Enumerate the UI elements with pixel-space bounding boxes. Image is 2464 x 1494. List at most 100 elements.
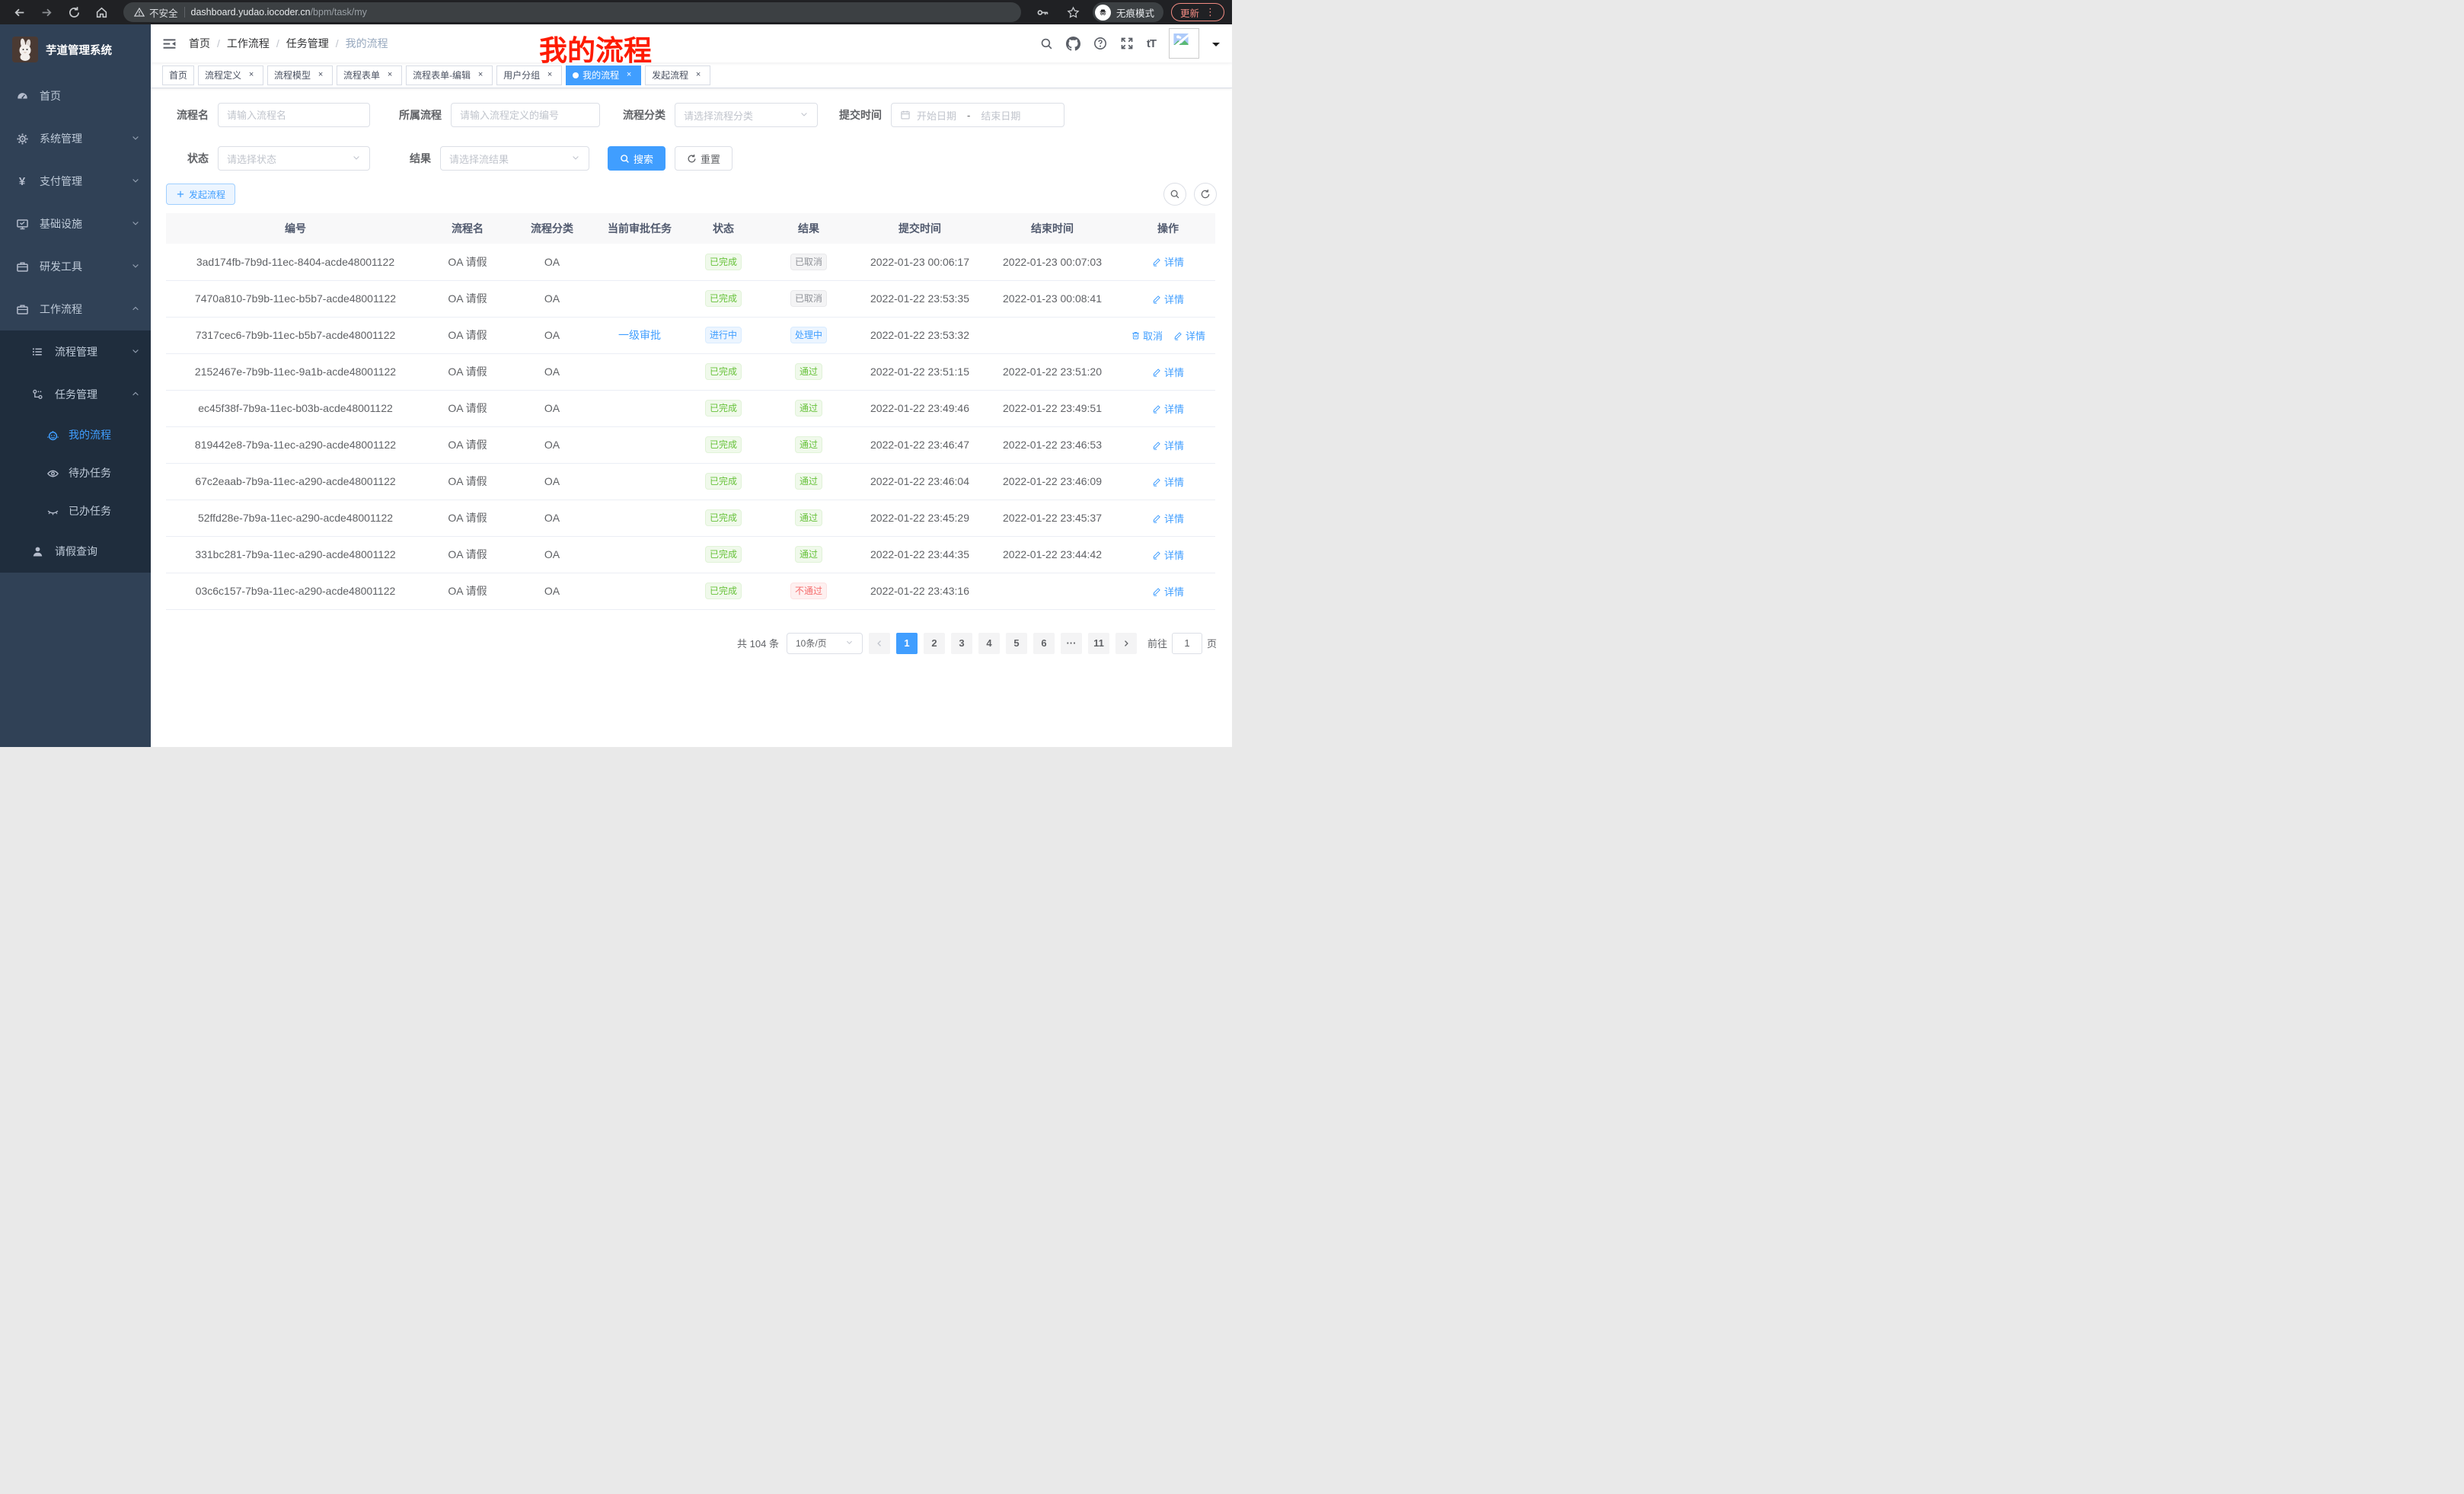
page-size-select[interactable]: 10条/页: [787, 633, 863, 654]
close-icon[interactable]: ×: [315, 70, 326, 81]
view-tab[interactable]: 流程表单 ×: [337, 65, 402, 85]
fullscreen-icon[interactable]: [1120, 37, 1134, 50]
detail-button[interactable]: 详情: [1152, 584, 1184, 599]
sidebar-item-system[interactable]: 系统管理: [0, 117, 151, 160]
avatar[interactable]: [1169, 28, 1199, 59]
active-dot: [573, 72, 579, 78]
view-tab[interactable]: 首页: [162, 65, 194, 85]
detail-button[interactable]: 详情: [1152, 511, 1184, 525]
detail-button[interactable]: 详情: [1152, 438, 1184, 452]
sidebar-item-workflow[interactable]: 工作流程: [0, 288, 151, 330]
goto-page-input[interactable]: [1172, 633, 1202, 654]
process-category-select[interactable]: 请选择流程分类: [675, 103, 818, 127]
breadcrumb-task-management[interactable]: 任务管理: [286, 36, 329, 51]
sidebar-item-process-management[interactable]: 流程管理: [0, 330, 151, 373]
status-select[interactable]: 请选择状态: [218, 146, 370, 171]
close-icon[interactable]: ×: [624, 70, 634, 81]
sidebar-item-todo-tasks[interactable]: 待办任务: [0, 454, 151, 492]
browser-reload-button[interactable]: [62, 2, 85, 22]
toggle-search-button[interactable]: [1163, 183, 1186, 206]
view-tab[interactable]: 用户分组 ×: [496, 65, 562, 85]
detail-button[interactable]: 详情: [1152, 474, 1184, 489]
page-number-button[interactable]: 3: [951, 633, 972, 654]
close-icon[interactable]: ×: [385, 70, 395, 81]
prev-page-button[interactable]: [869, 633, 890, 654]
close-icon[interactable]: ×: [693, 70, 704, 81]
browser-menu-icon[interactable]: ⋮: [1205, 6, 1215, 18]
detail-button[interactable]: 详情: [1152, 547, 1184, 562]
page-number-button[interactable]: 4: [978, 633, 1000, 654]
sidebar-item-payment[interactable]: ¥ 支付管理: [0, 160, 151, 203]
view-tab[interactable]: 流程定义 ×: [198, 65, 263, 85]
search-button[interactable]: 搜索: [608, 146, 665, 171]
sidebar-item-devtools[interactable]: 研发工具: [0, 245, 151, 288]
cell-current-task[interactable]: [594, 280, 685, 317]
create-process-button[interactable]: 发起流程: [166, 184, 235, 205]
result-badge: 处理中: [790, 327, 827, 343]
github-icon[interactable]: [1066, 37, 1080, 51]
cell-current-task[interactable]: [594, 573, 685, 609]
reset-button[interactable]: 重置: [675, 146, 732, 171]
process-definition-input[interactable]: [451, 103, 600, 127]
edit-pencil-icon: [1173, 330, 1183, 340]
view-tab[interactable]: 流程模型 ×: [267, 65, 333, 85]
bookmark-star-icon[interactable]: [1062, 2, 1085, 22]
sidebar-item-done-tasks[interactable]: 已办任务: [0, 492, 151, 530]
view-tab[interactable]: 发起流程 ×: [645, 65, 710, 85]
browser-update-button[interactable]: 更新 ⋮: [1171, 3, 1224, 21]
header-search-icon[interactable]: [1040, 37, 1053, 50]
sidebar-item-my-process[interactable]: 我的流程: [0, 416, 151, 454]
view-tab[interactable]: 流程表单-编辑 ×: [406, 65, 493, 85]
sidebar-logo[interactable]: 芋道管理系统: [0, 24, 151, 75]
page-number-button[interactable]: 1: [896, 633, 918, 654]
page-number-button[interactable]: 11: [1088, 633, 1109, 654]
breadcrumb: 首页 / 工作流程 / 任务管理 / 我的流程: [189, 36, 388, 51]
sidebar-item-task-management[interactable]: 任务管理: [0, 373, 151, 416]
cell-current-task[interactable]: [594, 426, 685, 463]
detail-button[interactable]: 详情: [1152, 401, 1184, 416]
result-select[interactable]: 请选择流结果: [440, 146, 589, 171]
breadcrumb-workflow[interactable]: 工作流程: [227, 36, 270, 51]
detail-button[interactable]: 详情: [1152, 365, 1184, 379]
help-icon[interactable]: [1093, 37, 1107, 50]
process-name-input[interactable]: [218, 103, 370, 127]
cell-id: 2152467e-7b9b-11ec-9a1b-acde48001122: [166, 353, 425, 390]
page-number-button[interactable]: ···: [1061, 633, 1082, 654]
browser-home-button[interactable]: [90, 2, 113, 22]
page-number-button[interactable]: 2: [924, 633, 945, 654]
cell-current-task[interactable]: [594, 390, 685, 426]
cell-current-task[interactable]: [594, 500, 685, 536]
cell-current-task[interactable]: 一级审批: [594, 317, 685, 353]
page-number-button[interactable]: 5: [1006, 633, 1027, 654]
page-number-button[interactable]: 6: [1033, 633, 1055, 654]
detail-button[interactable]: 详情: [1152, 292, 1184, 306]
result-badge: 已取消: [790, 290, 827, 307]
sidebar-item-leave-query[interactable]: 请假查询: [0, 530, 151, 573]
cell-current-task[interactable]: [594, 536, 685, 573]
cell-category: OA: [510, 536, 594, 573]
submit-time-range-picker[interactable]: 开始日期 - 结束日期: [891, 103, 1064, 127]
address-bar[interactable]: 不安全 dashboard.yudao.iocoder.cn/bpm/task/…: [123, 2, 1021, 22]
cell-current-task[interactable]: [594, 353, 685, 390]
cell-current-task[interactable]: [594, 463, 685, 500]
detail-button[interactable]: 详情: [1173, 328, 1205, 343]
view-tab[interactable]: 我的流程 ×: [566, 65, 641, 85]
cancel-button[interactable]: 取消: [1131, 328, 1163, 343]
password-key-icon[interactable]: [1032, 2, 1055, 22]
close-icon[interactable]: ×: [246, 70, 257, 81]
browser-forward-button[interactable]: [35, 2, 58, 22]
close-icon[interactable]: ×: [544, 70, 555, 81]
breadcrumb-home[interactable]: 首页: [189, 36, 210, 51]
refresh-table-button[interactable]: [1194, 183, 1217, 206]
close-icon[interactable]: ×: [475, 70, 486, 81]
cell-current-task[interactable]: [594, 244, 685, 280]
detail-button[interactable]: 详情: [1152, 254, 1184, 269]
sidebar-collapse-icon[interactable]: [162, 37, 177, 51]
avatar-dropdown-caret[interactable]: [1212, 43, 1220, 50]
browser-back-button[interactable]: [8, 2, 30, 22]
next-page-button[interactable]: [1116, 633, 1137, 654]
font-size-icon[interactable]: tT: [1147, 37, 1156, 50]
sidebar-item-infrastructure[interactable]: 基础设施: [0, 203, 151, 245]
sidebar-item-home[interactable]: 首页: [0, 75, 151, 117]
total-count: 共 104 条: [737, 636, 779, 650]
